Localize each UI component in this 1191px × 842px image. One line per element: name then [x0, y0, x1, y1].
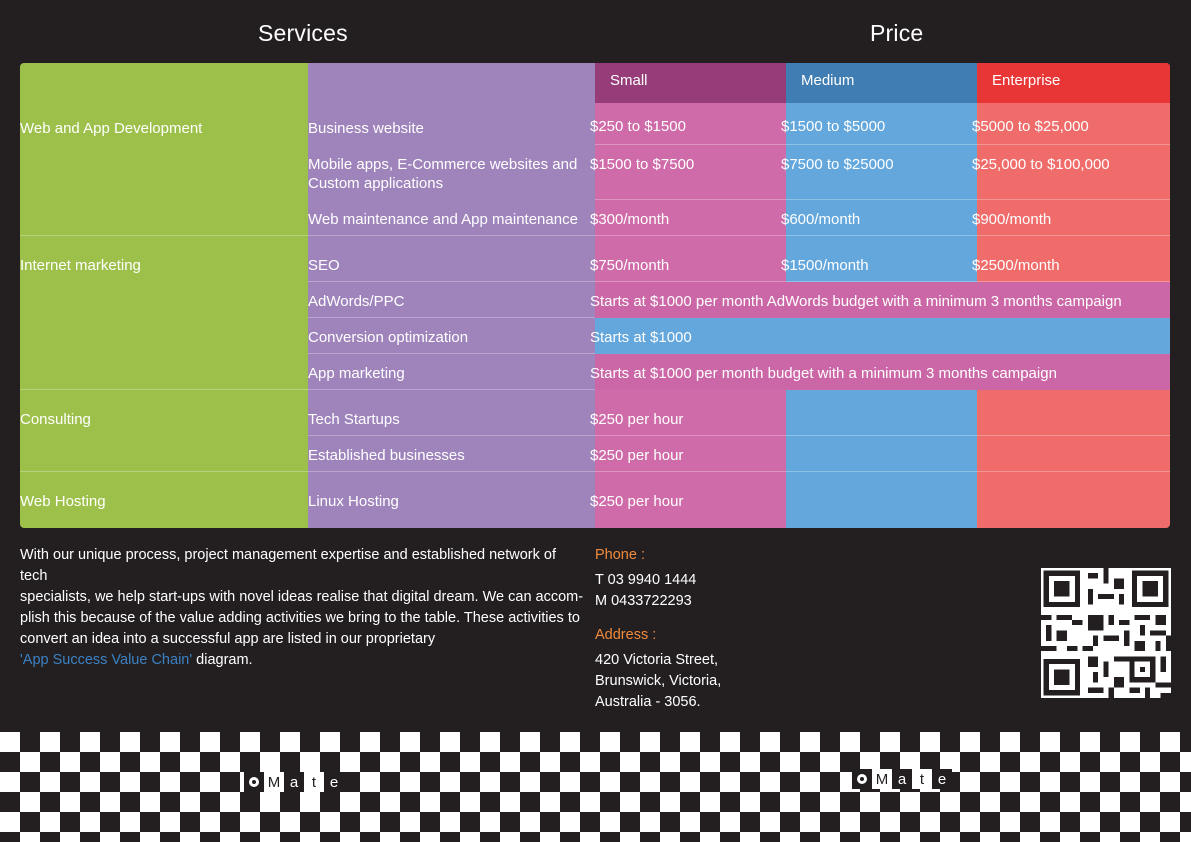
- category-internet-marketing: Internet marketing: [20, 257, 141, 274]
- price-app-marketing: Starts at $1000 per month budget with a …: [590, 365, 1057, 382]
- row-divider: [595, 199, 1170, 200]
- price-enterprise: $2500/month: [972, 257, 1060, 274]
- logo-letter: a: [284, 772, 304, 792]
- category-web-app-development: Web and App Development: [20, 120, 203, 137]
- price-medium: $1500/month: [781, 257, 869, 274]
- checkered-footer: [0, 732, 1191, 842]
- tier-header-small: Small: [595, 63, 786, 103]
- price-small: $250 to $1500: [590, 118, 686, 135]
- service-adwords-ppc: AdWords/PPC: [308, 293, 405, 310]
- price-small: $250 per hour: [590, 447, 684, 464]
- category-web-hosting: Web Hosting: [20, 493, 106, 510]
- intro-paragraph: With our unique process, project managem…: [20, 545, 585, 671]
- service-mobile-apps-line2: Custom applications: [308, 175, 444, 192]
- phone-mobile: M 0433722293: [595, 593, 692, 609]
- service-linux-hosting: Linux Hosting: [308, 493, 399, 510]
- address-label: Address :: [595, 627, 657, 643]
- phone-label: Phone :: [595, 547, 645, 563]
- price-small: $250 per hour: [590, 411, 684, 428]
- logo-letter: t: [304, 772, 324, 792]
- value-chain-link[interactable]: 'App Success Value Chain': [20, 652, 192, 668]
- intro-line: With our unique process, project managem…: [20, 547, 556, 584]
- address-line: Brunswick, Victoria,: [595, 673, 722, 689]
- phone-telephone: T 03 9940 1444: [595, 572, 697, 588]
- price-small: $300/month: [590, 211, 670, 228]
- section-divider: [20, 471, 1170, 472]
- logo-o-icon: [852, 769, 872, 789]
- omate-logo: M a t e: [244, 772, 344, 792]
- qr-code: [1041, 568, 1171, 698]
- section-divider: [20, 235, 1170, 236]
- service-established-businesses: Established businesses: [308, 447, 465, 464]
- service-business-website: Business website: [308, 120, 424, 137]
- services-heading: Services: [258, 20, 348, 46]
- tier-header-medium: Medium: [786, 63, 977, 103]
- price-small: $750/month: [590, 257, 670, 274]
- address-line: Australia - 3056.: [595, 694, 701, 710]
- intro-line: 'App Success Value Chain' diagram.: [20, 650, 585, 671]
- price-medium: $600/month: [781, 211, 861, 228]
- price-small: $250 per hour: [590, 493, 684, 510]
- logo-letter: M: [264, 772, 284, 792]
- row-divider: [308, 353, 595, 354]
- logo-letter: e: [932, 769, 952, 789]
- logo-o-icon: [244, 772, 264, 792]
- row-divider: [308, 435, 1170, 436]
- omate-logo: M a t e: [852, 769, 952, 789]
- logo-letter: e: [324, 772, 344, 792]
- logo-letter: t: [912, 769, 932, 789]
- service-conversion-optimization: Conversion optimization: [308, 329, 469, 346]
- address-line: 420 Victoria Street,: [595, 652, 719, 668]
- price-small: $1500 to $7500: [590, 156, 695, 173]
- logo-letter: a: [892, 769, 912, 789]
- price-enterprise: $5000 to $25,000: [972, 118, 1089, 135]
- price-medium: $7500 to $25000: [781, 156, 894, 173]
- service-tech-startups: Tech Startups: [308, 411, 400, 428]
- price-enterprise: $900/month: [972, 211, 1052, 228]
- service-seo: SEO: [308, 257, 340, 274]
- intro-line-tail: diagram.: [192, 652, 253, 668]
- logo-letter: M: [872, 769, 892, 789]
- row-divider: [308, 317, 595, 318]
- price-enterprise: $25,000 to $100,000: [972, 156, 1110, 173]
- intro-line: convert an idea into a successful app ar…: [20, 631, 436, 647]
- row-divider: [595, 144, 1170, 145]
- intro-line: specialists, we help start-ups with nove…: [20, 589, 584, 605]
- price-conversion: Starts at $1000: [590, 329, 692, 346]
- service-mobile-apps-line1: Mobile apps, E-Commerce websites and: [308, 156, 578, 173]
- price-medium: $1500 to $5000: [781, 118, 886, 135]
- tier-header-enterprise: Enterprise: [977, 63, 1170, 103]
- price-adwords: Starts at $1000 per month AdWords budget…: [590, 293, 1122, 310]
- price-heading: Price: [870, 20, 924, 46]
- service-app-marketing: App marketing: [308, 365, 405, 382]
- category-consulting: Consulting: [20, 411, 91, 428]
- intro-line: plish this because of the value adding a…: [20, 610, 580, 626]
- service-web-maintenance: Web maintenance and App maintenance: [308, 211, 578, 228]
